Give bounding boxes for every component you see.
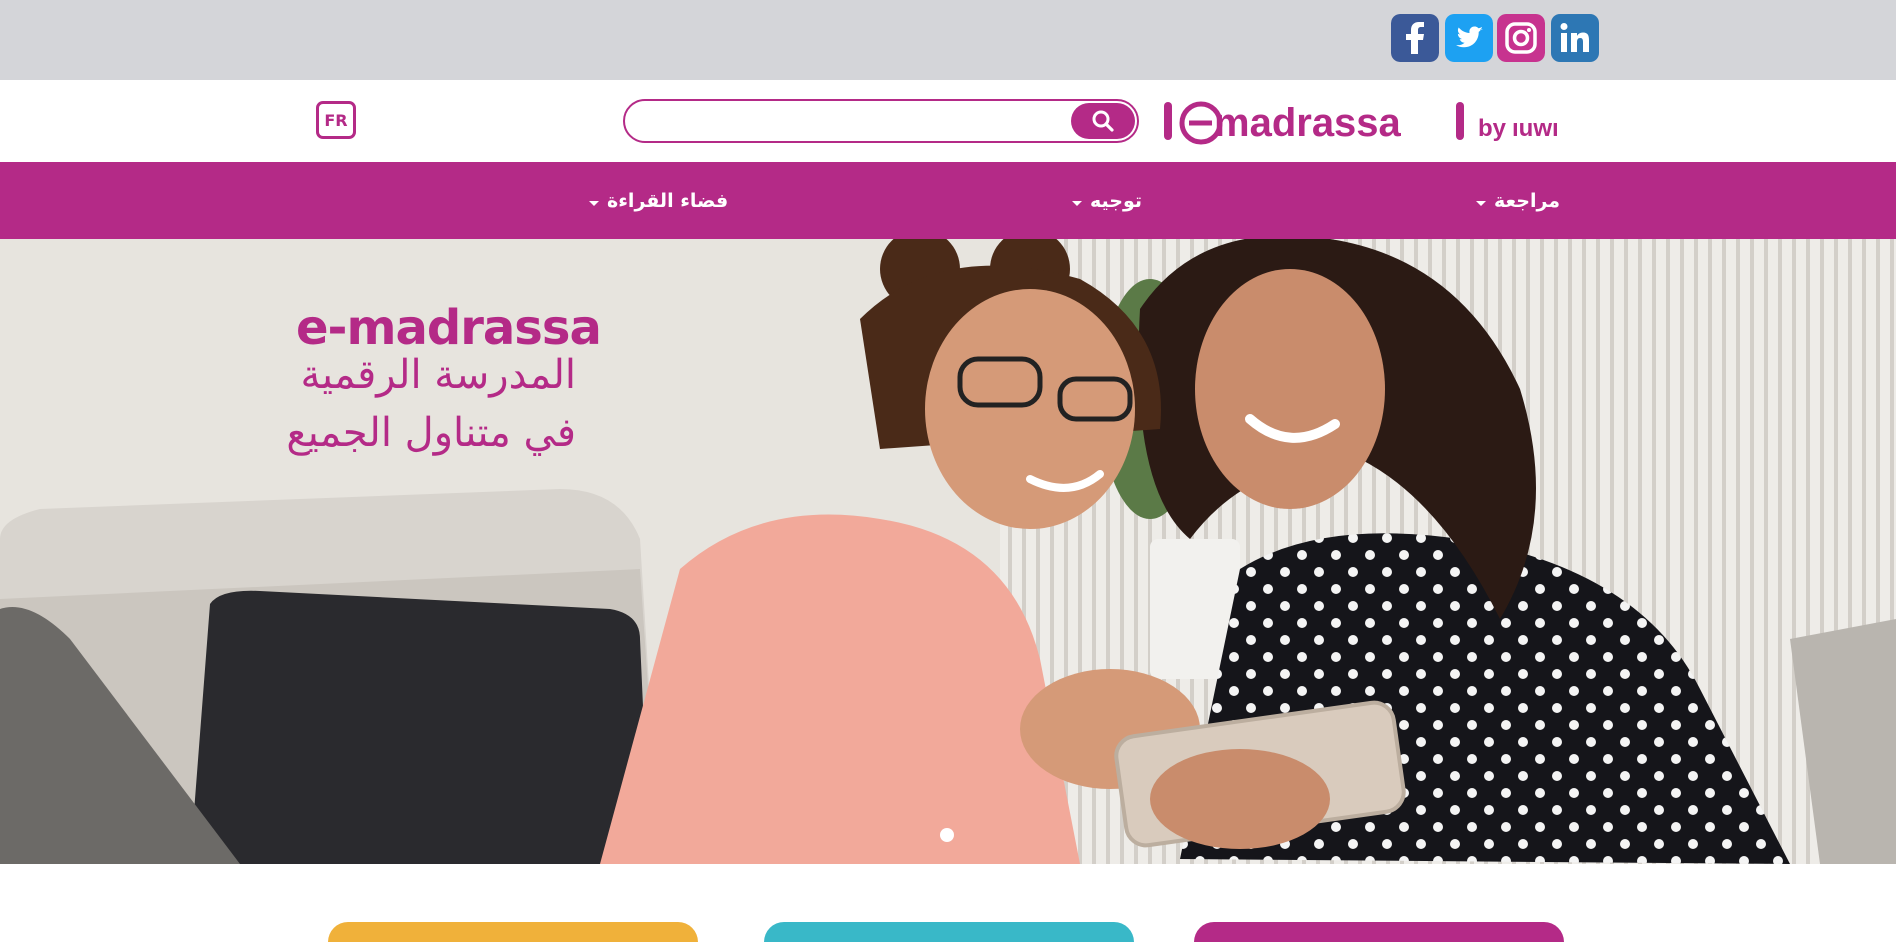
hero-tagline-line1: المدرسة الرقمية	[300, 352, 576, 398]
language-switch-button[interactable]: FR	[316, 101, 356, 139]
svg-text:by: by	[1478, 115, 1507, 142]
caret-down-icon	[589, 200, 599, 206]
hero-slider[interactable]	[0, 239, 1896, 864]
feature-card-3[interactable]	[1194, 922, 1564, 942]
svg-text:madrassa: madrassa	[1214, 101, 1402, 145]
nav-item-orientation[interactable]: توجيه	[1072, 186, 1142, 216]
facebook-icon[interactable]	[1391, 14, 1439, 62]
caret-down-icon	[1476, 200, 1486, 206]
main-nav	[0, 162, 1896, 239]
nav-item-label: مراجعة	[1494, 190, 1561, 212]
nav-item-label: فضاء القراءة	[607, 190, 729, 212]
feature-card-1[interactable]	[328, 922, 698, 942]
nav-item-revision[interactable]: مراجعة	[1476, 186, 1560, 216]
hero-brand-title: e-madrassa	[296, 300, 602, 356]
caret-down-icon	[1072, 200, 1082, 206]
linkedin-icon[interactable]	[1551, 14, 1599, 62]
nav-item-reading-space[interactable]: فضاء القراءة	[589, 186, 728, 216]
svg-text:ıuwı: ıuwı	[1512, 115, 1559, 142]
emadrassa-logo[interactable]: madrassa by ıuwı	[1162, 96, 1582, 148]
social-bar	[0, 0, 1896, 80]
twitter-icon[interactable]	[1445, 14, 1493, 62]
search-box	[623, 99, 1139, 143]
search-input[interactable]	[641, 107, 1065, 137]
nav-item-label: توجيه	[1090, 190, 1143, 212]
search-button[interactable]	[1071, 103, 1135, 139]
hero-tagline-line2: في متناول الجميع	[286, 410, 576, 456]
search-icon	[1092, 110, 1114, 132]
feature-card-2[interactable]	[764, 922, 1134, 942]
slider-indicator-dot[interactable]	[940, 828, 954, 842]
instagram-icon[interactable]	[1497, 14, 1545, 62]
hero-image	[0, 239, 1896, 864]
